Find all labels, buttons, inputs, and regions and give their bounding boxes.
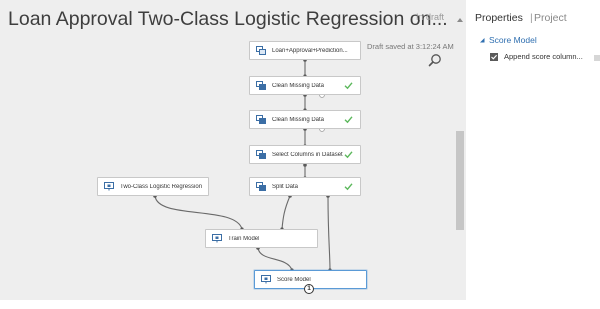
dataset-icon bbox=[256, 46, 266, 55]
module-icon bbox=[256, 182, 266, 191]
vertical-scrollbar-thumb[interactable] bbox=[456, 131, 464, 230]
clean-missing-data-module-1[interactable]: Clean Missing Data bbox=[249, 76, 361, 95]
module-label: Two-Class Logistic Regression bbox=[120, 183, 203, 190]
module-label: Train Model bbox=[228, 235, 260, 242]
check-icon bbox=[344, 151, 353, 159]
append-score-checkbox[interactable] bbox=[490, 52, 498, 61]
train-model-module[interactable]: Train Model bbox=[205, 229, 318, 248]
module-label: Select Columns in Dataset bbox=[272, 151, 343, 158]
model-icon bbox=[104, 182, 114, 191]
module-icon bbox=[256, 150, 266, 159]
module-icon bbox=[256, 81, 266, 90]
split-data-module[interactable]: Split Data bbox=[249, 177, 361, 196]
module-icon bbox=[256, 115, 266, 124]
section-label: Score Model bbox=[489, 35, 537, 45]
check-icon bbox=[344, 82, 353, 90]
module-label: Clean Missing Data bbox=[272, 82, 325, 89]
two-class-logistic-regression-module[interactable]: Two-Class Logistic Regression bbox=[97, 177, 209, 196]
module-label: Score Model bbox=[277, 276, 311, 283]
canvas-bottom-band bbox=[0, 300, 466, 309]
collapse-triangle-icon bbox=[480, 38, 485, 43]
tab-separator: | bbox=[530, 12, 533, 24]
section-score-model[interactable]: Score Model bbox=[479, 35, 537, 45]
module-label: Split Data bbox=[272, 183, 299, 190]
tab-properties[interactable]: Properties bbox=[475, 12, 523, 24]
tab-project[interactable]: Project bbox=[534, 12, 567, 24]
module-label: Loan+Approval+Prediction... bbox=[272, 47, 348, 54]
model-icon bbox=[261, 275, 271, 284]
check-icon bbox=[344, 116, 353, 124]
select-columns-module[interactable]: Select Columns in Dataset bbox=[249, 145, 361, 164]
module-label: Clean Missing Data bbox=[272, 116, 325, 123]
append-score-columns-row: Append score column... bbox=[490, 52, 583, 61]
model-icon bbox=[212, 234, 222, 243]
connections bbox=[153, 58, 332, 272]
experiment-canvas[interactable]: Loan Approval Two-Class Logistic Regress… bbox=[0, 0, 466, 309]
output-port-badge[interactable]: 1 bbox=[304, 284, 314, 294]
scroll-up-arrow-icon[interactable] bbox=[456, 16, 464, 24]
dataset-module[interactable]: Loan+Approval+Prediction... bbox=[249, 41, 361, 60]
param-label: Append score column... bbox=[504, 52, 583, 61]
check-icon bbox=[344, 183, 353, 191]
clean-missing-data-module-2[interactable]: Clean Missing Data bbox=[249, 110, 361, 129]
properties-panel: Properties | Project Score Model Append … bbox=[466, 0, 600, 309]
param-menu-icon[interactable] bbox=[594, 55, 600, 61]
